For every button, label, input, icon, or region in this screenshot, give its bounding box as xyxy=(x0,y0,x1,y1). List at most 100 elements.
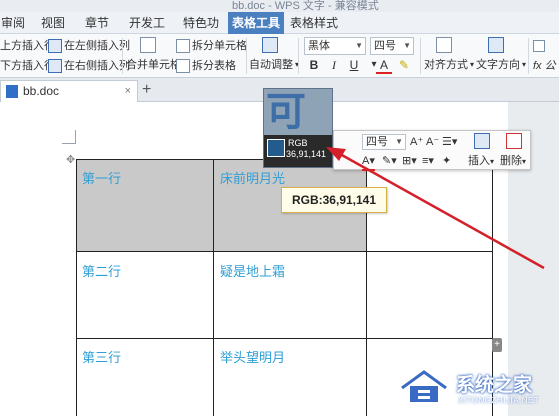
convert-icon xyxy=(533,40,545,52)
font-size-select[interactable]: 四号 ▼ xyxy=(370,37,414,55)
color-swatch xyxy=(267,139,285,157)
ribbon-divider xyxy=(122,38,123,74)
insert-table-icon[interactable] xyxy=(474,133,490,154)
insert-row-above-label: 上方插入行 xyxy=(0,40,55,52)
table-cell[interactable]: 第二行 xyxy=(82,261,121,280)
font-name-select[interactable]: 黑体 ▼ xyxy=(304,37,366,55)
document-tab-label: bb.doc xyxy=(23,84,60,98)
tab-developer[interactable]: 开发工具 xyxy=(124,12,170,52)
chevron-down-icon: ▼ xyxy=(355,41,363,50)
mini-font-size-select[interactable]: 四号 ▼ xyxy=(362,134,406,150)
split-table-icon xyxy=(176,59,190,73)
table-cell[interactable]: 疑是地上霜 xyxy=(220,261,285,280)
mini-highlight-icon[interactable]: ✎▾ xyxy=(382,153,397,169)
mini-delete-button[interactable]: 删除▾ xyxy=(500,153,526,170)
align-mode-icon-wrap[interactable] xyxy=(436,36,452,54)
watermark-title: 系统之家 xyxy=(456,375,533,396)
site-watermark: 系统之家 XITONGZHIJIA.NET xyxy=(398,364,556,412)
title-bar: bb.doc - WPS 文字 - 兼容模式 xyxy=(0,0,559,12)
mini-font-size-value: 四号 xyxy=(366,136,388,148)
table-cell[interactable]: 第一行 xyxy=(82,168,121,187)
auto-adjust-icon-wrap[interactable] xyxy=(262,36,278,54)
add-column-handle[interactable]: + xyxy=(492,338,502,352)
add-tab-button[interactable]: + xyxy=(142,81,151,99)
table-border xyxy=(213,159,214,416)
magnifier-label: RGB xyxy=(288,138,308,148)
chevron-down-icon: ▾ xyxy=(522,60,527,69)
italic-button[interactable]: I xyxy=(326,56,342,74)
page-margin-corner xyxy=(62,130,76,144)
chevron-down-icon: ▼ xyxy=(403,41,411,50)
magnifier-info-bar: RGB 36,91,141 xyxy=(264,135,332,167)
table-cell[interactable]: 床前明月光 xyxy=(220,168,285,187)
table-move-icon[interactable]: ✥ xyxy=(66,153,75,166)
ribbon-divider xyxy=(246,38,247,74)
font-color-button[interactable]: A xyxy=(376,56,392,74)
tab-view[interactable]: 视图 xyxy=(38,12,68,34)
grow-font-button[interactable]: A⁺ xyxy=(410,134,423,150)
convert-button[interactable] xyxy=(533,37,545,55)
insert-col-left-icon xyxy=(48,39,62,53)
house-logo-icon xyxy=(401,370,447,402)
auto-adjust-button[interactable]: 自动调整 ▾ xyxy=(249,56,299,74)
tab-section[interactable]: 章节 xyxy=(82,12,112,34)
underline-button[interactable]: U xyxy=(346,56,362,74)
align-mode-icon xyxy=(436,37,452,53)
tab-table-style[interactable]: 表格样式 xyxy=(288,12,340,34)
mini-font-color-button[interactable]: A▾ xyxy=(362,153,375,171)
text-direction-label: 文字方向 xyxy=(476,59,520,71)
auto-adjust-icon xyxy=(262,37,278,53)
magnifier-value: 36,91,141 xyxy=(286,149,327,159)
merge-cells-icon-wrap[interactable] xyxy=(140,36,156,54)
insert-col-right-label: 在右侧插入列 xyxy=(64,60,130,72)
split-cells-button[interactable]: 拆分单元格 xyxy=(176,37,247,55)
text-direction-icon xyxy=(488,37,504,53)
border-icon[interactable]: ⊞▾ xyxy=(402,153,417,169)
chevron-down-icon: ▼ xyxy=(395,137,403,146)
split-table-label: 拆分表格 xyxy=(192,60,236,72)
bold-button[interactable]: B xyxy=(306,56,322,74)
insert-col-left-button[interactable]: 在左侧插入列 xyxy=(48,37,130,55)
format-painter-icon[interactable]: ✦ xyxy=(442,153,451,169)
chevron-down-icon: ▾ xyxy=(470,60,475,69)
table-cell[interactable]: 举头望明月 xyxy=(220,347,285,366)
mini-insert-button[interactable]: 插入▾ xyxy=(468,153,494,170)
merge-cells-icon xyxy=(140,37,156,53)
table-cell[interactable]: 第三行 xyxy=(82,347,121,366)
tab-features[interactable]: 特色功能 xyxy=(178,12,224,52)
shrink-font-button[interactable]: A⁻ xyxy=(426,134,439,150)
formula-button[interactable]: fx 公 xyxy=(533,57,556,75)
tab-review[interactable]: 审阅 xyxy=(0,12,26,34)
split-table-button[interactable]: 拆分表格 xyxy=(176,57,236,75)
highlight-icon[interactable]: ✎ xyxy=(396,56,412,74)
text-direction-button[interactable]: 文字方向 ▾ xyxy=(476,56,526,74)
insert-row-above-button[interactable]: 上方插入行 xyxy=(0,37,55,55)
font-size-value: 四号 xyxy=(374,40,396,52)
word-doc-icon xyxy=(6,85,18,98)
close-icon[interactable]: × xyxy=(125,81,131,101)
merge-cells-button[interactable]: 合并单元格 xyxy=(126,56,181,74)
split-cells-label: 拆分单元格 xyxy=(192,40,247,52)
watermark-subtitle: XITONGZHIJIA.NET xyxy=(458,396,540,405)
auto-adjust-label: 自动调整 xyxy=(249,59,293,71)
ribbon-divider xyxy=(420,38,421,74)
floating-mini-toolbar: 四号 ▼ A⁺ A⁻ ☰▾ A▾ ✎▾ ⊞▾ ≡▾ ✦ 插入▾ 删除▾ xyxy=(333,130,531,171)
tab-table-tools[interactable]: 表格工具 xyxy=(228,12,284,34)
split-cells-icon xyxy=(176,39,190,53)
delete-table-icon[interactable] xyxy=(506,133,522,154)
align-mode-button[interactable]: 对齐方式 ▾ xyxy=(424,56,474,74)
insert-row-below-button[interactable]: 下方插入行 xyxy=(0,57,55,75)
insert-col-right-button[interactable]: 在右侧插入列 xyxy=(48,57,130,75)
font-name-value: 黑体 xyxy=(308,40,330,52)
insert-col-right-icon xyxy=(48,59,62,73)
align-icon[interactable]: ≡▾ xyxy=(422,153,434,169)
ribbon-divider xyxy=(298,38,299,74)
rgb-tooltip: RGB:36,91,141 xyxy=(281,187,387,213)
line-spacing-icon[interactable]: ☰▾ xyxy=(442,134,457,150)
ribbon-toolbar: 上方插入行 下方插入行 在左侧插入列 在右侧插入列 合并单元格 拆分单元格 拆分… xyxy=(0,34,559,78)
mini-delete-label: 删除 xyxy=(500,155,522,167)
text-direction-icon-wrap[interactable] xyxy=(488,36,504,54)
color-picker-magnifier: 可明 RGB 36,91,141 xyxy=(263,88,333,168)
document-tab[interactable]: bb.doc × xyxy=(0,80,138,102)
mini-insert-label: 插入 xyxy=(468,155,490,167)
